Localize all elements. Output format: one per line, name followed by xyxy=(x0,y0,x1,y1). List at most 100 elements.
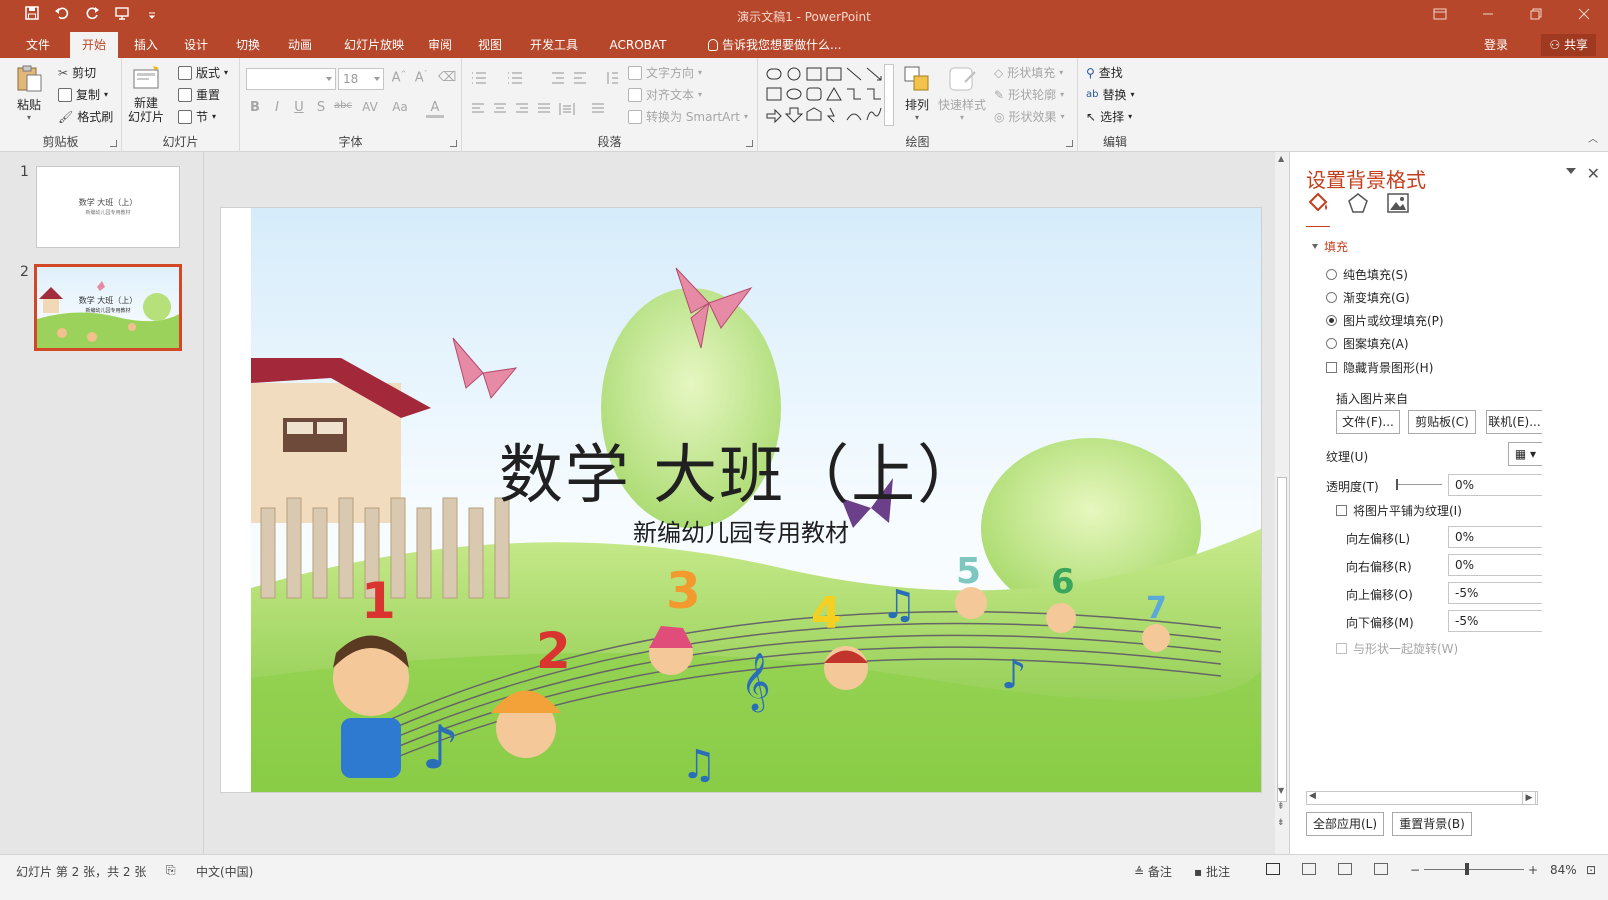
prev-slide-icon[interactable]: ⇞ xyxy=(1277,802,1285,812)
ribbon-display-icon[interactable] xyxy=(1416,0,1464,32)
picture-fill-option[interactable]: 图片或纹理填充(P) xyxy=(1326,312,1444,329)
align-buttons-icons[interactable] xyxy=(470,102,620,116)
file-button[interactable]: 文件(F)... xyxy=(1336,410,1400,434)
slide-subtitle[interactable]: 新编幼儿园专用教材 xyxy=(221,513,1261,548)
cut-button[interactable]: ✂ 剪切 xyxy=(58,64,96,81)
offset-bottom-input[interactable]: -5% xyxy=(1448,610,1542,632)
clear-format-icon[interactable]: ⌫ xyxy=(438,70,456,85)
texture-picker[interactable]: ▦ ▾ xyxy=(1508,442,1542,466)
arrange-button[interactable]: 排列 ▾ xyxy=(902,64,932,122)
shape-fill-button[interactable]: ◇ 形状填充 ▾ xyxy=(994,64,1063,81)
zoom-slider-track[interactable] xyxy=(1424,869,1524,870)
slide-thumbnail-1[interactable]: 数学 大班（上） 新编幼儿园专用教材 xyxy=(36,166,180,248)
bold-button[interactable]: B xyxy=(246,100,264,115)
font-name-combo[interactable] xyxy=(246,68,336,90)
radio-button[interactable] xyxy=(1326,338,1337,349)
select-button[interactable]: ↖ 选择 ▾ xyxy=(1086,108,1132,125)
zoom-slider-knob[interactable] xyxy=(1465,863,1469,875)
reset-background-button[interactable]: 重置背景(B) xyxy=(1392,812,1472,836)
font-color-button[interactable]: A xyxy=(426,100,444,118)
change-case-button[interactable]: Aa xyxy=(388,100,412,114)
hide-bg-graphics-option[interactable]: 隐藏背景图形(H) xyxy=(1326,359,1433,376)
scroll-down-icon[interactable]: ▼ xyxy=(1278,786,1284,795)
slide-title[interactable]: 数学 大班（上） xyxy=(221,424,1261,516)
language-status[interactable]: 中文(中国) xyxy=(196,863,253,880)
effects-pentagon-icon[interactable] xyxy=(1346,192,1370,214)
tile-option[interactable]: 将图片平铺为纹理(I) xyxy=(1336,502,1462,519)
tab-slideshow[interactable]: 幻灯片放映 xyxy=(334,32,414,58)
zoom-level[interactable]: 84% xyxy=(1550,863,1577,877)
reading-view-icon[interactable] xyxy=(1338,863,1352,875)
replace-button[interactable]: ab 替换 ▾ xyxy=(1086,86,1135,103)
clipboard-button[interactable]: 剪贴板(C) xyxy=(1408,410,1476,434)
shape-outline-button[interactable]: ✎ 形状轮廓 ▾ xyxy=(994,86,1064,103)
quick-styles-button[interactable]: 快速样式 ▾ xyxy=(938,64,986,122)
grow-font-icon[interactable]: A^ xyxy=(390,70,408,85)
tab-file[interactable]: 文件 xyxy=(18,32,58,58)
next-slide-icon[interactable]: ⇟ xyxy=(1277,818,1285,828)
pane-horizontal-scrollbar[interactable]: ◀ xyxy=(1306,791,1538,805)
tab-view[interactable]: 视图 xyxy=(470,32,510,58)
slideshow-view-icon[interactable] xyxy=(1374,863,1388,875)
online-button[interactable]: 联机(E)... xyxy=(1486,410,1542,434)
tab-home[interactable]: 开始 xyxy=(70,32,118,58)
checkbox[interactable] xyxy=(1326,362,1337,373)
layout-button[interactable]: 版式 ▾ xyxy=(178,64,228,81)
restore-icon[interactable] xyxy=(1512,0,1560,32)
text-direction-button[interactable]: 文字方向 ▾ xyxy=(628,64,702,81)
char-spacing-button[interactable]: AV xyxy=(358,100,382,114)
format-painter-button[interactable]: 🖌 格式刷 xyxy=(58,108,113,125)
gradient-fill-option[interactable]: 渐变填充(G) xyxy=(1326,289,1410,306)
shape-gallery[interactable] xyxy=(764,64,886,124)
italic-button[interactable]: I xyxy=(268,100,286,115)
pattern-fill-option[interactable]: 图案填充(A) xyxy=(1326,335,1409,352)
zoom-out-icon[interactable]: − xyxy=(1410,863,1420,877)
tab-design[interactable]: 设计 xyxy=(176,32,216,58)
close-icon[interactable] xyxy=(1560,0,1608,32)
drawing-launcher-icon[interactable] xyxy=(1066,140,1073,147)
radio-button-selected[interactable] xyxy=(1326,315,1337,326)
notes-button[interactable]: ≜ 备注 xyxy=(1134,863,1172,880)
close-icon[interactable]: ✕ xyxy=(1587,164,1600,183)
shadow-button[interactable]: S xyxy=(312,100,330,115)
radio-button[interactable] xyxy=(1326,292,1337,303)
copy-button[interactable]: 复制 ▾ xyxy=(58,86,108,103)
offset-top-input[interactable]: -5% xyxy=(1448,582,1542,604)
normal-view-icon[interactable] xyxy=(1266,863,1280,875)
section-button[interactable]: 节 ▾ xyxy=(178,108,216,125)
collapse-ribbon-icon[interactable]: ︿ xyxy=(1588,130,1598,145)
fill-bucket-icon[interactable] xyxy=(1306,192,1330,214)
scroll-right-icon[interactable]: ▶ xyxy=(1522,791,1536,805)
fit-to-window-icon[interactable]: ⊡ xyxy=(1586,863,1596,877)
reset-button[interactable]: 重置 xyxy=(178,86,220,103)
offset-right-input[interactable]: 0% xyxy=(1448,554,1542,576)
offset-left-input[interactable]: 0% xyxy=(1448,526,1542,548)
apply-to-all-button[interactable]: 全部应用(L) xyxy=(1306,812,1384,836)
shrink-font-icon[interactable]: Aˇ xyxy=(412,70,430,85)
transparency-slider[interactable] xyxy=(1396,479,1442,490)
list-buttons-icons[interactable] xyxy=(470,70,620,86)
paste-button[interactable]: 粘贴 ▾ xyxy=(14,64,44,122)
scroll-up-icon[interactable]: ▲ xyxy=(1278,154,1284,163)
font-size-combo[interactable]: 18 xyxy=(338,68,384,90)
strikethrough-button[interactable]: abc xyxy=(332,100,354,111)
new-slide-button[interactable]: 新建 幻灯片 xyxy=(128,64,164,124)
tab-acrobat[interactable]: ACROBAT xyxy=(596,32,680,58)
current-slide[interactable]: 1 2 3 4 5 6 7 ♫ 𝄞 ♪ ♫ ♪ 数学 大班（上） 新编幼儿园专用… xyxy=(220,207,1262,793)
tab-developer[interactable]: 开发工具 xyxy=(522,32,586,58)
clipboard-launcher-icon[interactable] xyxy=(110,140,117,147)
vertical-scrollbar[interactable]: ▲ ▼ ⇞ ⇟ xyxy=(1275,152,1289,854)
tab-transitions[interactable]: 切换 xyxy=(228,32,268,58)
slide-sorter-icon[interactable] xyxy=(1302,863,1316,875)
find-button[interactable]: ⚲ 查找 xyxy=(1086,64,1123,81)
smartart-button[interactable]: 转换为 SmartArt ▾ xyxy=(628,108,748,125)
scroll-thumb[interactable] xyxy=(1277,477,1287,802)
underline-button[interactable]: U xyxy=(290,100,308,115)
slide-thumbnail-2[interactable]: 数学 大班（上） 新编幼儿园专用教材 xyxy=(34,264,182,351)
fill-section-header[interactable]: 填充 xyxy=(1312,238,1348,255)
tab-review[interactable]: 审阅 xyxy=(420,32,460,58)
solid-fill-option[interactable]: 纯色填充(S) xyxy=(1326,266,1408,283)
tell-me-box[interactable]: 告诉我您想要做什么... xyxy=(708,32,841,58)
tab-animations[interactable]: 动画 xyxy=(280,32,320,58)
tab-insert[interactable]: 插入 xyxy=(126,32,166,58)
